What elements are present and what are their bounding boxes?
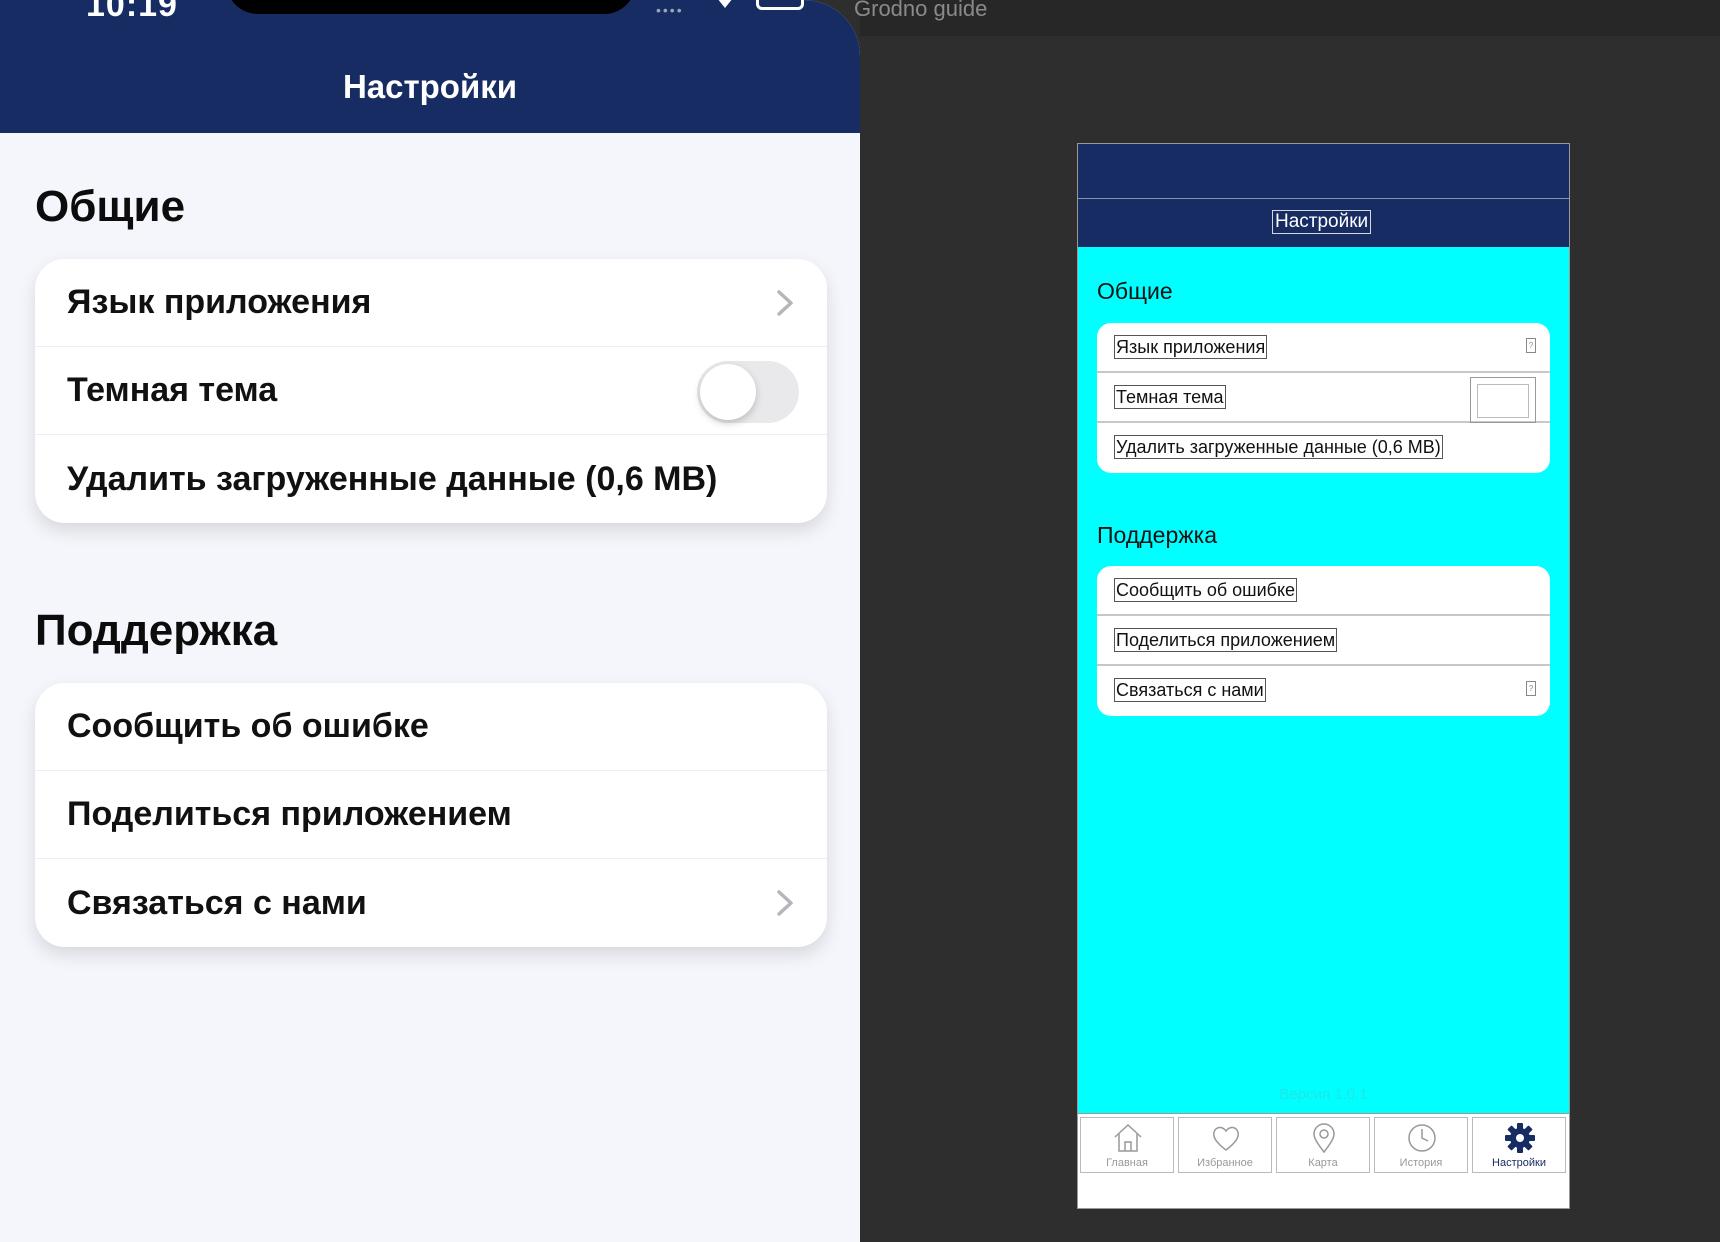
navigation-bar: 10:19 •••• Настройки [0,0,860,133]
wifi-icon [718,0,732,8]
tab-settings-label: Настройки [1492,1157,1546,1169]
preview-dark-theme-row: Темная тема [1097,373,1550,423]
battery-icon [756,0,804,10]
map-pin-icon [1313,1123,1335,1154]
dark-theme-label: Темная тема [67,371,278,409]
report-bug-label: Сообщить об ошибке [67,707,429,745]
preview-contact-us-label: Связаться с нами [1114,678,1266,702]
toggle-knob [700,364,756,420]
preview-report-bug-label: Сообщить об ошибке [1114,578,1298,602]
missing-glyph-icon: ? [1526,681,1536,696]
preview-clear-data-row[interactable]: Удалить загруженные данные (0,6 MB) [1097,423,1550,473]
chevron-right-icon [777,290,793,316]
preview-version-label: Версия 1.0.1 [1279,1086,1368,1103]
support-card: Сообщить об ошибке Поделиться приложение… [35,683,827,947]
editor-window-title: Grodno guide [854,0,988,21]
preview-section-title-support: Поддержка [1097,522,1217,548]
preview-section-title-general: Общие [1097,278,1173,304]
contact-us-label: Связаться с нами [67,883,367,922]
tab-favorites[interactable]: Избранное [1178,1117,1272,1173]
design-preview[interactable]: Настройки Общие Язык приложения ? Темная… [1077,143,1570,1209]
report-bug-row[interactable]: Сообщить об ошибке [35,683,827,771]
language-label: Язык приложения [67,283,372,321]
signal-icon: •••• [656,2,684,18]
tab-map-label: Карта [1308,1157,1338,1169]
dark-theme-toggle[interactable] [697,361,799,423]
page-title: Настройки [342,68,518,105]
preview-share-app-label: Поделиться приложением [1114,628,1338,652]
preview-general-card: Язык приложения ? Темная тема Удалить за… [1097,323,1550,473]
preview-clear-data-label: Удалить загруженные данные (0,6 MB) [1114,435,1443,459]
home-icon [1114,1123,1142,1152]
gear-icon [1505,1123,1535,1153]
general-settings-card: Язык приложения Темная тема Удалить загр… [35,259,827,523]
clock-icon [1408,1124,1436,1152]
device-notch [226,0,636,14]
section-title-general: Общие [35,182,186,231]
preview-tab-bar: Главная Избранное Карта История Настройк… [1078,1113,1569,1208]
simulator-screen: 10:19 •••• Настройки Общие Язык приложен… [0,0,860,1242]
tab-map[interactable]: Карта [1276,1117,1370,1173]
preview-switch-inner [1477,384,1529,418]
preview-support-card: Сообщить об ошибке Поделиться приложение… [1097,566,1550,716]
preview-page-title: Настройки [1272,210,1372,234]
heart-icon [1213,1126,1239,1151]
status-time: 10:19 [86,0,178,24]
preview-language-label: Язык приложения [1114,335,1268,359]
language-row[interactable]: Язык приложения [35,259,827,347]
clear-data-row[interactable]: Удалить загруженные данные (0,6 MB) [35,435,827,523]
preview-status-area [1078,144,1569,199]
clear-data-label: Удалить загруженные данные (0,6 MB) [67,459,718,498]
preview-dark-theme-label: Темная тема [1114,385,1226,409]
preview-dark-theme-switch[interactable] [1470,377,1536,423]
share-app-row[interactable]: Поделиться приложением [35,771,827,859]
share-app-label: Поделиться приложением [67,795,512,833]
preview-report-bug-row[interactable]: Сообщить об ошибке [1097,566,1550,616]
tab-favorites-label: Избранное [1197,1157,1253,1169]
preview-contact-us-row[interactable]: Связаться с нами ? [1097,666,1550,716]
missing-glyph-icon: ? [1526,338,1536,353]
section-title-support: Поддержка [35,606,278,655]
dark-theme-row: Темная тема [35,347,827,435]
tab-history-label: История [1399,1157,1443,1169]
preview-language-row[interactable]: Язык приложения ? [1097,323,1550,373]
preview-share-app-row[interactable]: Поделиться приложением [1097,616,1550,666]
editor-title-bar [860,0,1720,36]
tab-settings[interactable]: Настройки [1472,1117,1566,1173]
chevron-right-icon [777,890,793,916]
tab-home[interactable]: Главная [1080,1117,1174,1173]
tab-history[interactable]: История [1374,1117,1468,1173]
tab-home-label: Главная [1106,1157,1148,1169]
contact-us-row[interactable]: Связаться с нами [35,859,827,947]
